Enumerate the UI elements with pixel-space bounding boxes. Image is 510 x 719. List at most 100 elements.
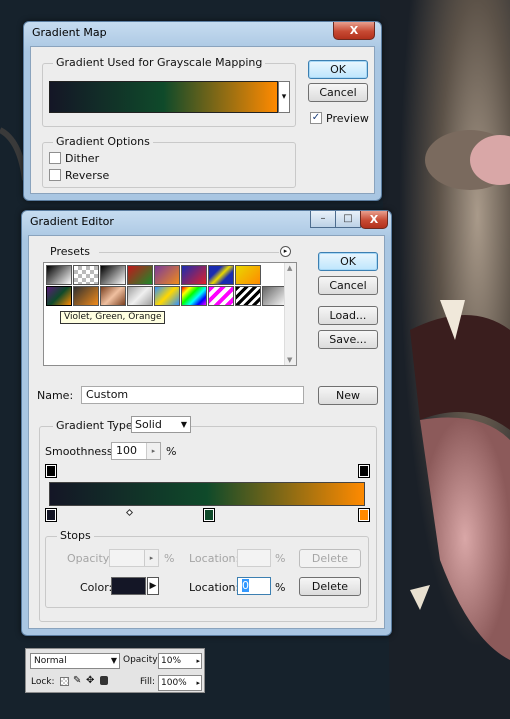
editor-cancel-button[interactable]: Cancel (318, 276, 378, 295)
color-stop-end[interactable] (358, 508, 370, 522)
opacity-stop-right[interactable] (358, 464, 370, 478)
dither-checkbox[interactable] (49, 152, 61, 164)
editor-ok-button[interactable]: OK (318, 252, 378, 271)
smoothness-input[interactable]: 100 ▸ (111, 442, 161, 460)
opacity-label: Opacity: (67, 552, 113, 565)
layer-opacity-label: Opacity: (123, 655, 160, 665)
opacity-input[interactable]: ▸ (109, 549, 159, 567)
gradient-map-client: Gradient Used for Grayscale Mapping ▾ Gr… (30, 46, 375, 194)
lock-brush-icon[interactable]: ✎ (73, 675, 81, 686)
preview-label: Preview (326, 112, 369, 125)
color-location-percent: % (275, 581, 286, 594)
color-location-value: 0 (242, 579, 249, 592)
opacity-location-label: Location: (189, 552, 240, 565)
lock-move-icon[interactable]: ✥ (86, 675, 94, 686)
reverse-checkbox[interactable] (49, 169, 61, 181)
opacity-location-percent: % (275, 552, 286, 565)
opacity-percent: % (164, 552, 175, 565)
reverse-label: Reverse (65, 169, 110, 182)
lock-transparent-icon[interactable] (60, 677, 69, 686)
preset-swatch[interactable] (73, 265, 99, 285)
chevron-down-icon: ▼ (180, 420, 187, 429)
color-menu-arrow-icon[interactable]: ▶ (147, 577, 159, 595)
layer-opacity-input[interactable]: 10% ▸ (158, 653, 202, 669)
gradient-editor-client: Presets ▸ Violet, Green, Orange ▲ ▼ OK C… (28, 235, 385, 629)
scroll-down-icon[interactable]: ▼ (287, 356, 292, 364)
minimize-button[interactable]: – (310, 211, 336, 228)
opacity-location-input[interactable] (237, 549, 271, 567)
preview-checkbox[interactable]: ✓ (310, 112, 322, 124)
smoothness-label: Smoothness: (45, 445, 117, 458)
gradient-map-ok-button[interactable]: OK (308, 60, 368, 79)
gradient-map-title: Gradient Map (32, 26, 107, 39)
color-stop-start[interactable] (45, 508, 57, 522)
preset-swatch[interactable] (208, 286, 234, 306)
presets-grid: Violet, Green, Orange ▲ ▼ (43, 262, 297, 366)
preset-swatch-selected[interactable] (46, 286, 72, 306)
new-button[interactable]: New (318, 386, 378, 405)
color-location-label: Location: (189, 581, 240, 594)
scroll-up-icon[interactable]: ▲ (287, 264, 292, 272)
fill-label: Fill: (140, 677, 156, 687)
presets-label: Presets (47, 245, 94, 258)
preset-swatch[interactable] (46, 265, 72, 285)
preset-swatch[interactable] (235, 286, 261, 306)
smoothness-arrow-icon[interactable]: ▸ (146, 443, 160, 459)
preset-swatch[interactable] (127, 286, 153, 306)
preset-swatch[interactable] (100, 286, 126, 306)
color-location-input[interactable]: 0 (237, 577, 271, 595)
preset-swatch[interactable] (154, 286, 180, 306)
save-button[interactable]: Save... (318, 330, 378, 349)
gradient-type-value: Solid (135, 418, 162, 431)
lock-icon[interactable] (100, 676, 108, 685)
preset-swatch[interactable] (100, 265, 126, 285)
gradient-bar[interactable] (49, 482, 365, 506)
smoothness-percent: % (166, 445, 177, 458)
maximize-button[interactable]: □ (335, 211, 361, 228)
opacity-arrow-icon[interactable]: ▸ (144, 550, 158, 566)
gradient-dropdown-button[interactable]: ▾ (278, 81, 290, 113)
blend-mode-value: Normal (34, 656, 67, 666)
color-delete-button[interactable]: Delete (299, 577, 361, 596)
smoothness-value: 100 (116, 444, 137, 457)
preset-swatch[interactable] (235, 265, 261, 285)
blend-mode-select[interactable]: Normal ▼ (30, 653, 120, 669)
gradient-editor-dialog: Gradient Editor – □ X Presets ▸ Violet, … (21, 210, 392, 636)
gradient-preview-bar[interactable] (49, 81, 278, 113)
preset-swatch[interactable] (127, 265, 153, 285)
gradient-used-label: Gradient Used for Grayscale Mapping (53, 56, 266, 69)
gradient-type-label: Gradient Type: (53, 419, 140, 432)
fill-arrow-icon[interactable]: ▸ (196, 676, 200, 690)
color-label: Color: (80, 581, 113, 594)
lock-label: Lock: (31, 677, 55, 687)
fill-input[interactable]: 100% ▸ (158, 675, 202, 691)
preset-tooltip: Violet, Green, Orange (60, 311, 166, 324)
gradient-map-dialog: Gradient Map X Gradient Used for Graysca… (23, 21, 382, 201)
gradient-options-label: Gradient Options (53, 135, 153, 148)
stops-label: Stops (57, 529, 94, 542)
gradient-map-close-button[interactable]: X (333, 22, 375, 40)
presets-menu-icon[interactable]: ▸ (280, 246, 291, 257)
chevron-down-icon: ▼ (110, 656, 117, 665)
preset-swatch[interactable] (181, 286, 207, 306)
preset-swatch[interactable] (154, 265, 180, 285)
presets-scrollbar[interactable]: ▲ ▼ (284, 263, 296, 365)
opacity-stop-left[interactable] (45, 464, 57, 478)
load-button[interactable]: Load... (318, 306, 378, 325)
layers-options-panel: Normal ▼ Opacity: 10% ▸ Lock: ✎ ✥ Fill: … (25, 648, 205, 693)
name-label: Name: (37, 389, 74, 402)
opacity-delete-button[interactable]: Delete (299, 549, 361, 568)
preset-swatch[interactable] (181, 265, 207, 285)
preset-swatch[interactable] (208, 265, 234, 285)
gradient-type-select[interactable]: Solid ▼ (131, 416, 191, 433)
preset-swatch[interactable] (73, 286, 99, 306)
presets-divider (99, 252, 279, 253)
stops-group (45, 536, 369, 608)
color-stop-mid[interactable] (203, 508, 215, 522)
name-input[interactable]: Custom (81, 386, 304, 404)
gradient-map-cancel-button[interactable]: Cancel (308, 83, 368, 102)
fill-value: 100% (161, 678, 187, 688)
color-swatch[interactable] (111, 577, 146, 595)
opacity-arrow-icon[interactable]: ▸ (196, 654, 200, 668)
gradient-editor-close-button[interactable]: X (360, 211, 388, 229)
